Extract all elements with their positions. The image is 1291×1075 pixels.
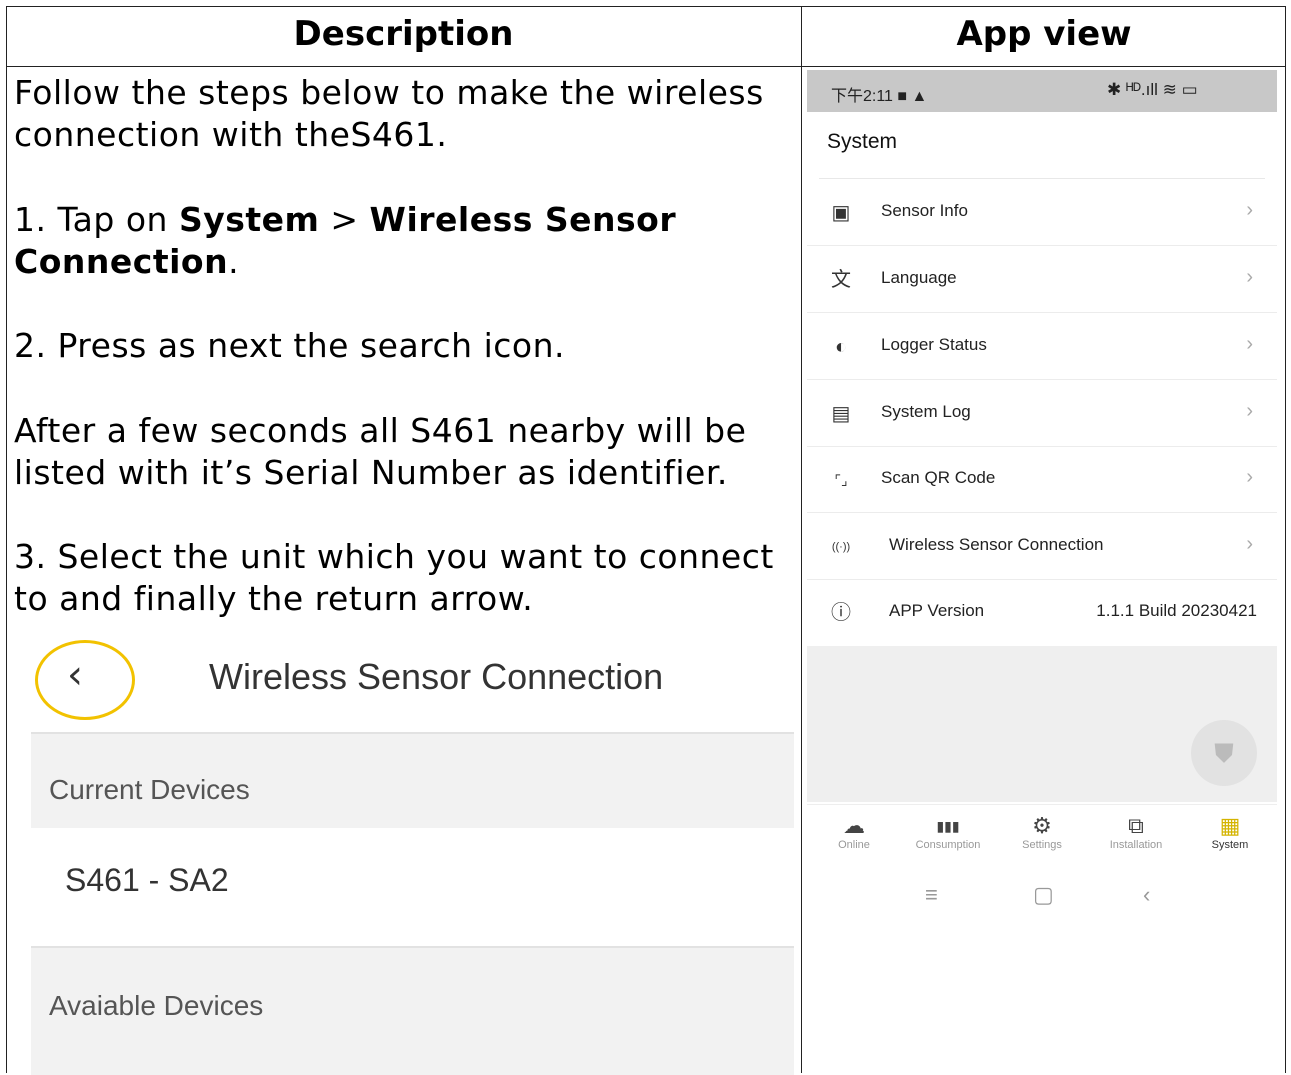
status-time: 下午2:11 ■ ▲ — [831, 88, 928, 105]
status-time-text: 下午2:11 — [831, 88, 893, 105]
gear-icon: ⚙ — [1032, 813, 1052, 838]
tab-label: Online — [838, 839, 870, 851]
device-item[interactable]: S461 - SA2 — [31, 828, 794, 946]
menu-label: Wireless Sensor Connection — [889, 535, 1104, 554]
menu-wireless-sensor[interactable]: ((·)) Wireless Sensor Connection › — [807, 513, 1277, 580]
menu-language[interactable]: 文 Language › — [807, 246, 1277, 313]
inset-topbar: ‹ Wireless Sensor Connection — [31, 636, 794, 732]
tab-label: Installation — [1109, 839, 1163, 851]
tab-consumption[interactable]: ▮▮▮ Consumption — [901, 813, 995, 851]
menu-icon[interactable]: ≡ — [925, 882, 938, 908]
intro-text: Follow the steps below to make the wirel… — [14, 73, 764, 154]
shield-icon[interactable]: ⛊ — [1191, 720, 1257, 786]
after-text: After a few seconds all S461 nearby will… — [14, 411, 747, 492]
chevron-right-icon: › — [1246, 400, 1253, 422]
wireless-icon: ((·)) — [831, 541, 851, 553]
cloud-icon: ☁ — [843, 813, 865, 838]
back-arrow-icon[interactable]: ‹ — [67, 652, 83, 698]
grid-icon: ▦ — [1219, 813, 1241, 838]
menu-label: Sensor Info — [881, 201, 968, 220]
available-devices-label: Avaiable Devices — [49, 990, 264, 1021]
menu-label: Scan QR Code — [881, 468, 996, 487]
android-nav-bar: ≡ ▢ ‹ — [807, 876, 1277, 916]
status-bar: 下午2:11 ■ ▲ ✱ ᴴᴰ.ıll ≋ ▭ — [807, 70, 1277, 112]
chevron-right-icon: › — [1246, 199, 1253, 221]
info-icon: ⓘ — [831, 602, 851, 624]
tab-label: System — [1211, 839, 1249, 851]
menu-sensor-info[interactable]: ▣ Sensor Info › — [807, 179, 1277, 246]
tab-system[interactable]: ▦ System — [1183, 813, 1277, 851]
menu-scan-qr[interactable]: ⌜⌟ Scan QR Code › — [807, 446, 1277, 513]
current-devices-section: Current Devices — [31, 732, 794, 832]
scan-icon: ⌜⌟ — [834, 472, 848, 488]
device-label: S461 - SA2 — [65, 862, 229, 898]
tab-label: Settings — [1022, 839, 1062, 851]
highlight-circle — [35, 640, 135, 720]
step-3: 3. Select the unit which you want to con… — [14, 537, 774, 618]
description-header: Description — [293, 14, 514, 54]
app-version-value: 1.1.1 Build 20230421 — [1096, 601, 1257, 620]
step-1-prefix: 1. Tap on — [14, 200, 179, 239]
menu-logger-status[interactable]: ◐ Logger Status › — [807, 313, 1277, 380]
step-1: 1. Tap on System > Wireless Sensor Conne… — [14, 199, 804, 283]
phone-screenshot: 下午2:11 ■ ▲ ✱ ᴴᴰ.ıll ≋ ▭ System ▣ Sensor … — [807, 70, 1277, 940]
step-1-system: System — [178, 200, 320, 239]
page-title: System — [827, 130, 898, 153]
chevron-right-icon: › — [1246, 266, 1253, 288]
chevron-right-icon: › — [1246, 333, 1253, 355]
app-view-header: App view — [956, 14, 1132, 54]
inset-title: Wireless Sensor Connection — [209, 656, 664, 697]
available-devices-section: Avaiable Devices — [31, 946, 794, 1075]
chevron-right-icon: › — [1246, 533, 1253, 555]
step-1-suffix: . — [228, 242, 240, 281]
document-icon: ▤ — [831, 403, 851, 425]
header-divider — [6, 66, 1286, 67]
chevron-right-icon: › — [1246, 466, 1253, 488]
tab-label: Consumption — [915, 839, 981, 851]
installation-icon: ⧉ — [1128, 813, 1144, 838]
current-devices-label: Current Devices — [49, 774, 250, 805]
tab-settings[interactable]: ⚙ Settings — [995, 813, 1089, 851]
step-1-separator: > — [319, 200, 370, 239]
bottom-nav: ☁ Online ▮▮▮ Consumption ⚙ Settings ⧉ In… — [807, 804, 1277, 865]
translate-icon: 文 — [831, 269, 851, 291]
menu-app-version: ⓘ APP Version 1.1.1 Build 20230421 — [807, 579, 1277, 645]
chip-icon: ▣ — [831, 202, 851, 224]
step-2: 2. Press as next the search icon. — [14, 326, 565, 365]
home-icon[interactable]: ▢ — [1033, 882, 1054, 908]
menu-label: System Log — [881, 402, 971, 421]
tab-online[interactable]: ☁ Online — [807, 813, 901, 851]
inset-screenshot: ‹ Wireless Sensor Connection Current Dev… — [31, 636, 794, 1075]
bars-icon: ▮▮▮ — [936, 818, 960, 834]
menu-system-log[interactable]: ▤ System Log › — [807, 380, 1277, 447]
menu-label: Logger Status — [881, 335, 987, 354]
tab-installation[interactable]: ⧉ Installation — [1089, 813, 1183, 851]
menu-label: Language — [881, 268, 957, 287]
status-icons: ✱ ᴴᴰ.ıll ≋ ▭ — [1107, 80, 1198, 99]
toggle-icon: ◐ — [834, 336, 848, 358]
menu-label: APP Version — [889, 601, 985, 620]
back-icon[interactable]: ‹ — [1143, 882, 1150, 908]
